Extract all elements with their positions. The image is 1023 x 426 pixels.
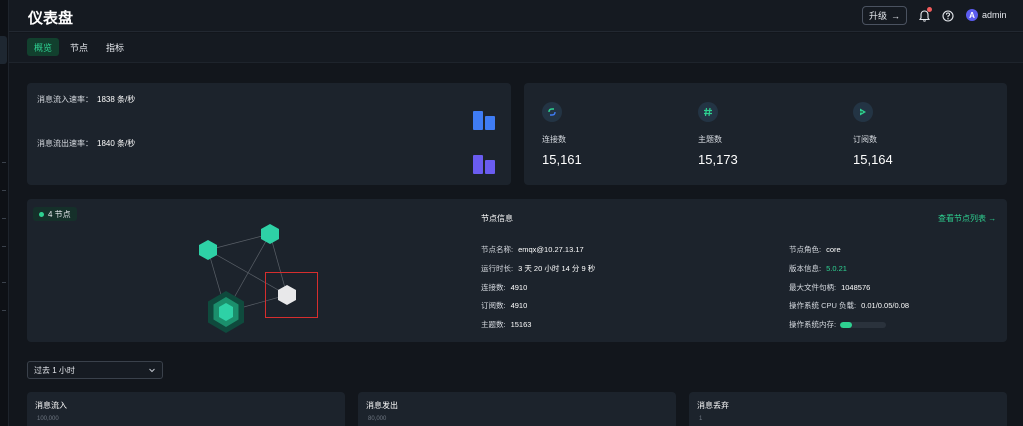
notification-bell-icon[interactable] (918, 7, 932, 22)
node-card: 4 节点 节点信息 查看节点列表 → 节点名称: emqx@10.27.13.17… (27, 199, 1007, 342)
node-topics-value: 15163 (510, 320, 532, 329)
chart-card-dropped: 消息丢弃 1 (689, 392, 1007, 426)
side-nav-tick (2, 282, 6, 283)
connections-value: 15,161 (542, 152, 582, 167)
chevron-down-icon (149, 368, 155, 373)
cpu-load-row: 操作系统 CPU 负载: 0.01/0.05/0.08 (789, 300, 909, 311)
connection-icon (542, 102, 562, 122)
node-subscriptions-value: 4910 (510, 301, 528, 310)
outbound-bars-icon (473, 155, 495, 174)
node-hexagon[interactable] (199, 240, 217, 260)
chart-title: 消息流入 (35, 401, 67, 410)
node-subscriptions-row: 订阅数: 4910 (481, 300, 527, 311)
node-name-label: 节点名称: (481, 245, 514, 254)
node-connections-value: 4910 (510, 283, 528, 292)
uptime-label: 运行时长: (481, 264, 514, 273)
topics-label: 主题数 (698, 135, 722, 144)
inbound-bars-icon (473, 111, 495, 130)
upgrade-button[interactable]: 升级 → (862, 6, 907, 25)
node-count-label: 4 节点 (48, 209, 71, 219)
tab-metrics[interactable]: 指标 (101, 38, 129, 56)
node-hexagon-current[interactable] (208, 291, 244, 333)
outbound-rate: 消息流出速率： 1840 条/秒 (37, 138, 135, 149)
cpu-load-label: 操作系统 CPU 负载: (789, 301, 857, 310)
chart-axis-label: 100,000 (37, 416, 59, 422)
node-topics-row: 主题数: 15163 (481, 319, 531, 330)
uptime-row: 运行时长: 3 天 20 小时 14 分 9 秒 (481, 263, 595, 274)
help-icon[interactable] (941, 9, 954, 22)
hash-icon (698, 102, 718, 122)
stats-card: 连接数 15,161 主题数 15,173 订阅数 15,164 (524, 83, 1007, 185)
max-fds-row: 最大文件句柄: 1048576 (789, 282, 870, 293)
chart-title: 消息丢弃 (697, 401, 729, 410)
notification-dot (927, 7, 932, 12)
memory-row: 操作系统内存: (789, 319, 887, 330)
tab-bar: 概览 节点 指标 (9, 33, 1023, 63)
inbound-rate-label: 消息流入速率： (37, 95, 93, 104)
subscription-icon (853, 102, 873, 122)
max-fds-label: 最大文件句柄: (789, 283, 837, 292)
time-range-select[interactable]: 过去 1 小时 (27, 361, 163, 379)
version-row: 版本信息: 5.0.21 (789, 263, 847, 274)
inbound-rate-value: 1838 条/秒 (97, 95, 136, 104)
memory-usage-fill (840, 322, 852, 329)
user-avatar[interactable]: A (966, 9, 978, 21)
cpu-load-value: 0.01/0.05/0.08 (861, 301, 910, 310)
upgrade-label: 升级 (868, 11, 887, 21)
side-nav-tick (2, 162, 6, 163)
node-subscriptions-label: 订阅数: (481, 301, 506, 310)
side-nav-tick (2, 310, 6, 311)
chart-title: 消息发出 (366, 401, 398, 410)
chart-axis-label: 1 (699, 416, 703, 422)
chart-axis-label: 80,000 (368, 416, 387, 422)
uptime-value: 3 天 20 小时 14 分 9 秒 (518, 264, 596, 273)
side-nav-tick (2, 246, 6, 247)
node-topics-label: 主题数: (481, 320, 506, 329)
side-nav-strip (0, 0, 9, 426)
node-name-row: 节点名称: emqx@10.27.13.17 (481, 244, 584, 255)
outbound-rate-label: 消息流出速率： (37, 139, 93, 148)
tab-overview[interactable]: 概览 (27, 38, 59, 56)
node-role-value: core (826, 245, 841, 254)
node-count-badge: 4 节点 (33, 207, 77, 221)
node-role-row: 节点角色: core (789, 244, 841, 255)
node-info-title: 节点信息 (481, 214, 513, 223)
page-title: 仪表盘 (28, 10, 74, 27)
memory-usage-bar (840, 322, 887, 329)
highlight-box (265, 272, 318, 318)
version-value[interactable]: 5.0.21 (826, 264, 847, 273)
chart-card-outbound: 消息发出 80,000 (358, 392, 676, 426)
top-header: 仪表盘 升级 → A admin (9, 0, 1023, 32)
memory-label: 操作系统内存: (789, 320, 837, 329)
chart-card-inbound: 消息流入 100,000 (27, 392, 345, 426)
user-name[interactable]: admin (982, 10, 1007, 20)
subscriptions-label: 订阅数 (853, 135, 877, 144)
topics-value: 15,173 (698, 152, 738, 167)
view-node-list-link[interactable]: 查看节点列表 → (938, 213, 996, 224)
connections-label: 连接数 (542, 135, 566, 144)
max-fds-value: 1048576 (841, 283, 871, 292)
tab-nodes[interactable]: 节点 (65, 38, 93, 56)
node-name-value: emqx@10.27.13.17 (518, 245, 584, 254)
subscriptions-value: 15,164 (853, 152, 893, 167)
status-dot-icon (39, 211, 44, 217)
outbound-rate-value: 1840 条/秒 (97, 139, 136, 148)
node-hexagon[interactable] (261, 224, 279, 244)
inbound-rate: 消息流入速率： 1838 条/秒 (37, 94, 135, 105)
side-nav-tick (2, 218, 6, 219)
side-nav-tick (2, 190, 6, 191)
message-rate-card: 消息流入速率： 1838 条/秒 消息流出速率： 1840 条/秒 (27, 83, 511, 185)
node-connections-label: 连接数: (481, 283, 506, 292)
version-label: 版本信息: (789, 264, 822, 273)
time-range-value: 过去 1 小时 (34, 365, 75, 375)
node-role-label: 节点角色: (789, 245, 822, 254)
side-nav-active-item[interactable] (0, 36, 7, 64)
arrow-right-icon: → (891, 10, 900, 21)
node-connections-row: 连接数: 4910 (481, 282, 527, 293)
